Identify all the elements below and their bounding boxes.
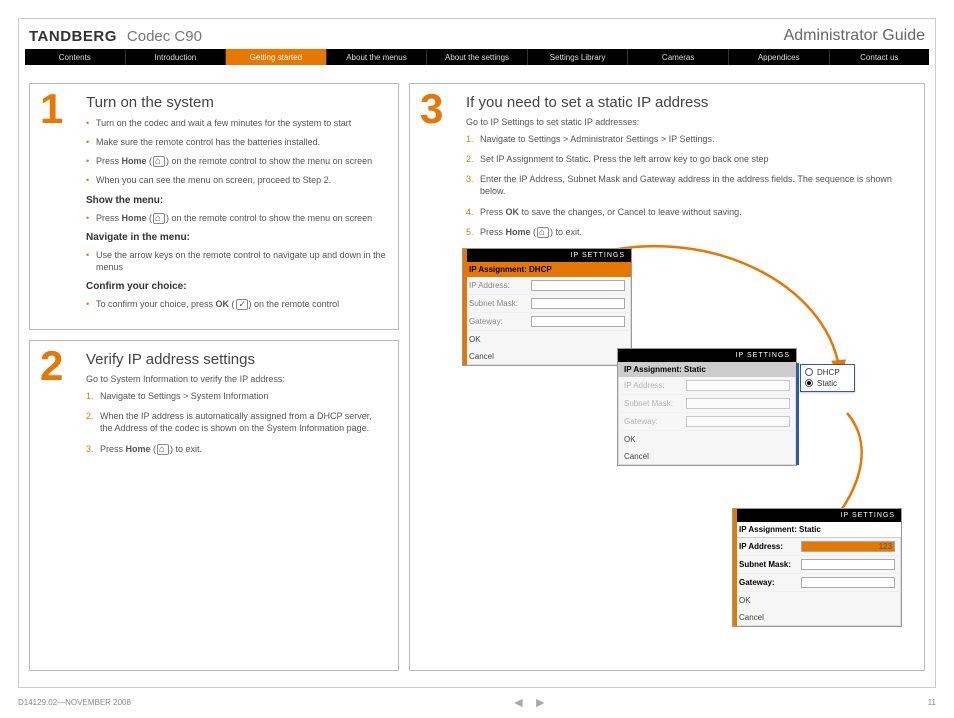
shot1-ip-input	[531, 280, 625, 291]
top-nav: ContentsIntroductionGetting startedAbout…	[25, 49, 929, 65]
blue-strip-icon	[796, 363, 799, 465]
left-column: 1 Turn on the system Turn on the codec a…	[29, 83, 399, 671]
panel-1-title: Turn on the system	[86, 94, 386, 111]
doc-id: D14129.02—NOVEMBER 2008	[18, 698, 131, 707]
panel-2-title: Verify IP address settings	[86, 351, 386, 368]
shot3-mask-input	[801, 559, 895, 570]
step-item: Navigate to Settings > System Informatio…	[86, 390, 386, 402]
nav-item-getting-started[interactable]: Getting started	[226, 49, 327, 65]
nav-item-appendices[interactable]: Appendices	[729, 49, 830, 65]
check-icon	[236, 299, 248, 310]
shot1-assignment-row: IP Assignment: DHCP	[463, 262, 631, 277]
bullet-item: Press Home () on the remote control to s…	[86, 155, 386, 167]
panel-1-sub3: Confirm your choice:	[86, 281, 386, 292]
panel-1-sub1: Show the menu:	[86, 195, 386, 206]
page-nav-arrows: ◄ ►	[511, 694, 547, 710]
content-area: 1 Turn on the system Turn on the codec a…	[19, 73, 935, 681]
page-number: 11	[928, 698, 936, 707]
nav-item-cameras[interactable]: Cameras	[628, 49, 729, 65]
nav-item-settings-library[interactable]: Settings Library	[528, 49, 629, 65]
next-page-icon[interactable]: ►	[533, 694, 547, 710]
prev-page-icon[interactable]: ◄	[511, 694, 525, 710]
shot2-assignment-row: IP Assignment: Static	[618, 362, 796, 377]
panel-3-title: If you need to set a static IP address	[466, 94, 912, 111]
panel-3: 3 If you need to set a static IP address…	[409, 83, 925, 671]
step-number-3: 3	[420, 88, 443, 130]
footer: D14129.02—NOVEMBER 2008 ◄ ► 11	[18, 694, 936, 710]
shot1-mask-input	[531, 298, 625, 309]
home-icon	[153, 213, 165, 224]
screenshot-dhcp: IP SETTINGS IP Assignment: DHCP IP Addre…	[462, 248, 632, 366]
panel-3-intro: Go to IP Settings to set static IP addre…	[466, 117, 912, 127]
shot1-gw-input	[531, 316, 625, 327]
bullet-item: Press Home () on the remote control to s…	[86, 212, 386, 224]
side-strip-icon	[733, 509, 737, 626]
bullet-item: To confirm your choice, press OK () on t…	[86, 298, 386, 310]
shot3-ip-input: 123	[801, 541, 895, 552]
home-icon	[153, 156, 165, 167]
step-item: Press Home () to exit.	[466, 226, 912, 238]
radio-filled-icon	[805, 379, 813, 387]
nav-item-contact-us[interactable]: Contact us	[830, 49, 930, 65]
home-icon	[537, 227, 549, 238]
dhcp-static-popup: DHCP Static	[800, 364, 855, 392]
step-number-2: 2	[40, 345, 63, 387]
brand-block: TANDBERG Codec C90	[29, 28, 202, 45]
side-strip-icon	[463, 249, 467, 365]
shot3-ok: OK	[733, 592, 901, 609]
bullet-item: Turn on the codec and wait a few minutes…	[86, 117, 386, 129]
nav-item-introduction[interactable]: Introduction	[126, 49, 227, 65]
screenshots-area: IP SETTINGS IP Assignment: DHCP IP Addre…	[462, 248, 912, 648]
screenshot-static-select: IP SETTINGS IP Assignment: Static IP Add…	[617, 348, 797, 466]
right-column: 3 If you need to set a static IP address…	[409, 83, 925, 671]
shot1-titlebar: IP SETTINGS	[463, 249, 631, 262]
panel-1-sub2: Navigate in the menu:	[86, 232, 386, 243]
shot2-cancel: Cancel	[618, 448, 796, 465]
radio-icon	[805, 368, 813, 376]
page-frame: TANDBERG Codec C90 Administrator Guide C…	[18, 18, 936, 688]
shot2-titlebar: IP SETTINGS	[618, 349, 796, 362]
step-item: Press OK to save the changes, or Cancel …	[466, 206, 912, 218]
brand-model: Codec C90	[127, 28, 202, 45]
bullet-item: When you can see the menu on screen, pro…	[86, 174, 386, 186]
shot3-titlebar: IP SETTINGS	[733, 509, 901, 522]
shot1-ok: OK	[463, 331, 631, 348]
step-item: Set IP Assignment to Static. Press the l…	[466, 153, 912, 165]
nav-item-about-the-menus[interactable]: About the menus	[327, 49, 428, 65]
nav-item-contents[interactable]: Contents	[25, 49, 126, 65]
step-number-1: 1	[40, 88, 63, 130]
step-item: Press Home () to exit.	[86, 443, 386, 455]
shot2-ok: OK	[618, 431, 796, 448]
brand-name: TANDBERG	[29, 28, 117, 45]
shot3-cancel: Cancel	[733, 609, 901, 626]
panel-2-intro: Go to System Information to verify the I…	[86, 374, 386, 384]
shot3-gw-input	[801, 577, 895, 588]
bullet-item: Use the arrow keys on the remote control…	[86, 249, 386, 273]
header: TANDBERG Codec C90 Administrator Guide	[19, 19, 935, 49]
guide-title: Administrator Guide	[784, 27, 925, 45]
shot1-cancel: Cancel	[463, 348, 631, 365]
bullet-item: Make sure the remote control has the bat…	[86, 136, 386, 148]
step-item: Navigate to Settings > Administrator Set…	[466, 133, 912, 145]
step-item: When the IP address is automatically ass…	[86, 410, 386, 434]
step-item: Enter the IP Address, Subnet Mask and Ga…	[466, 173, 912, 197]
screenshot-enter-ip: IP SETTINGS IP Assignment: Static IP Add…	[732, 508, 902, 627]
shot3-assignment-row: IP Assignment: Static	[733, 522, 901, 538]
panel-2: 2 Verify IP address settings Go to Syste…	[29, 340, 399, 671]
nav-item-about-the-settings[interactable]: About the settings	[427, 49, 528, 65]
home-icon	[157, 444, 169, 455]
panel-1: 1 Turn on the system Turn on the codec a…	[29, 83, 399, 330]
